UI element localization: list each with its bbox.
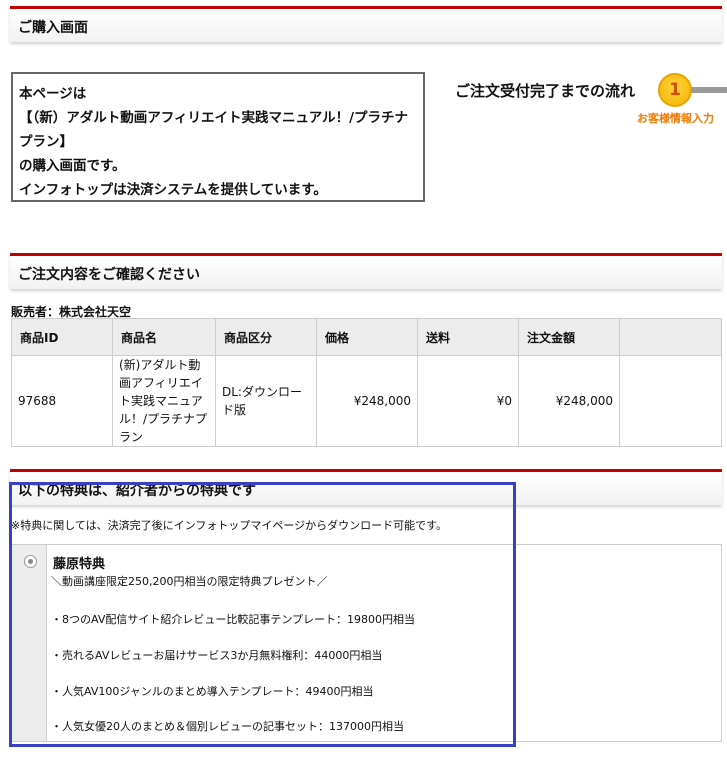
cell-shipping: ¥0 <box>417 355 519 447</box>
step-1-label: お客様情報入力 <box>637 112 714 125</box>
order-flow-title: ご注文受付完了までの流れ <box>455 82 636 100</box>
bonus-name: 藤原特典 <box>53 557 106 572</box>
intro-product-name: 【（新）アダルト動画アフィリエイト実践マニュアル！/プラチナプラン】 <box>19 110 409 150</box>
order-table: 商品ID 商品名 商品区分 価格 送料 注文金額 97688 (新)アダルト動画… <box>11 318 722 447</box>
bonus-line: ＼動画講座限定250,200円相当の限定特典プレゼント／ <box>51 575 328 588</box>
intro-box: 本ページは 【（新）アダルト動画アフィリエイト実践マニュアル！/プラチナプラン】… <box>11 72 425 202</box>
step-connector-line <box>690 87 727 93</box>
order-confirm-header: ご注文内容をご確認ください <box>10 253 722 289</box>
column-header-order-total: 注文金額 <box>518 318 620 356</box>
cell-empty <box>619 355 722 447</box>
intro-line-1: 本ページは <box>19 86 87 102</box>
radio-column <box>12 545 47 741</box>
bonus-line: ・人気AV100ジャンルのまとめ導入テンプレート：49400円相当 <box>51 685 374 698</box>
bonus-notice: ※特典に関しては、決済完了後にインフォトップマイページからダウンロード可能です。 <box>11 519 448 532</box>
cell-product-name: (新)アダルト動画アフィリエイト実践マニュアル！/プラチナプラン <box>112 355 216 447</box>
bonus-section-title: 以下の特典は、紹介者からの特典です <box>18 483 256 499</box>
bonus-line: ・人気女優20人のまとめ＆個別レビューの記事セット：137000円相当 <box>51 720 404 733</box>
column-header-empty <box>619 318 722 356</box>
bonus-option[interactable]: 藤原特典 ＼動画講座限定250,200円相当の限定特典プレゼント／ ・8つのAV… <box>11 544 722 742</box>
bonus-section-header: 以下の特典は、紹介者からの特典です <box>10 469 722 505</box>
column-header-product-id: 商品ID <box>11 318 113 356</box>
purchase-screen-header: ご購入画面 <box>10 6 722 42</box>
cell-price: ¥248,000 <box>316 355 418 447</box>
column-header-product-type: 商品区分 <box>215 318 317 356</box>
order-table-header-row: 商品ID 商品名 商品区分 価格 送料 注文金額 <box>11 318 722 356</box>
bonus-radio-button[interactable] <box>24 555 37 568</box>
table-row: 97688 (新)アダルト動画アフィリエイト実践マニュアル！/プラチナプラン D… <box>11 355 722 447</box>
cell-product-type: DL:ダウンロード版 <box>215 355 317 447</box>
column-header-price: 価格 <box>316 318 418 356</box>
cell-product-id: 97688 <box>11 355 113 447</box>
intro-line-4: インフォトップは決済システムを提供しています。 <box>19 182 327 198</box>
cell-order-total: ¥248,000 <box>518 355 620 447</box>
column-header-product-name: 商品名 <box>112 318 216 356</box>
order-confirm-title: ご注文内容をご確認ください <box>18 267 200 283</box>
intro-line-3: の購入画面です。 <box>19 158 126 174</box>
bonus-line: ・8つのAV配信サイト紹介レビュー比較記事テンプレート：19800円相当 <box>51 613 416 626</box>
step-1-circle-icon: 1 <box>658 73 692 107</box>
bonus-line: ・売れるAVレビューお届けサービス3か月無料権利：44000円相当 <box>51 649 383 662</box>
page-title: ご購入画面 <box>18 20 88 36</box>
column-header-shipping: 送料 <box>417 318 519 356</box>
